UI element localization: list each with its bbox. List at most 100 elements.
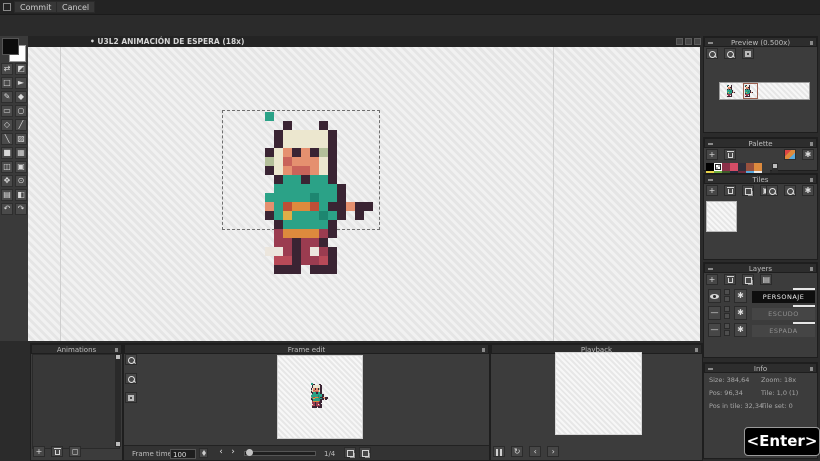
collapse-icon[interactable] [708, 143, 713, 145]
palette-swatch-0-0[interactable] [706, 163, 714, 171]
layer-row-escudo[interactable]: —✱ESCUDO [706, 305, 817, 321]
loop-button[interactable]: ↻ [511, 446, 523, 457]
scroll-up-icon[interactable] [116, 355, 120, 359]
tool-eraser[interactable]: ◆ [15, 91, 27, 103]
tool-gradient[interactable]: ▨ [15, 133, 27, 145]
step-back-button[interactable]: ‹ [529, 446, 541, 457]
window-minimize-button[interactable] [676, 38, 683, 45]
pin-icon[interactable] [810, 41, 813, 45]
tool-pencil[interactable]: ✎ [1, 91, 13, 103]
pin-icon[interactable] [810, 178, 813, 182]
preview-sprite-frame-1[interactable] [745, 85, 755, 98]
zoom-out-icon[interactable] [724, 48, 736, 59]
tool-eyedropper[interactable]: ╱ [15, 119, 27, 131]
palette-swatch-0-6[interactable] [754, 163, 762, 171]
zoom-out-icon[interactable] [784, 185, 796, 196]
character-sprite[interactable] [265, 112, 382, 274]
layer-opacity-slider[interactable] [793, 305, 815, 307]
window-close-button[interactable] [694, 38, 701, 45]
delete-tile-button[interactable] [724, 185, 736, 196]
scroll-up-icon[interactable] [773, 164, 777, 168]
tool-swap-colors[interactable]: ⇄ [1, 63, 13, 75]
layer-mini-toggle[interactable] [724, 306, 730, 312]
window-maximize-button[interactable] [685, 38, 692, 45]
layer-visibility-toggle[interactable] [708, 289, 721, 303]
delete-layer-button[interactable] [724, 274, 736, 285]
palette-swatch-0-3[interactable] [730, 163, 738, 171]
layer-mini-toggle[interactable] [724, 330, 730, 336]
tool-stamp[interactable]: ▣ [15, 161, 27, 173]
layer-mini-toggle[interactable] [724, 323, 730, 329]
next-frame-button[interactable]: › [228, 447, 238, 458]
tool-selection-box[interactable]: ◫ [1, 161, 13, 173]
frame-slider-handle[interactable] [246, 449, 253, 456]
onion-prev-icon[interactable] [344, 447, 356, 458]
layer-settings-gear-icon[interactable]: ✱ [734, 323, 747, 337]
zoom-in-icon[interactable] [766, 185, 778, 196]
animations-scrollbar[interactable] [115, 354, 121, 447]
pixel-canvas[interactable] [28, 47, 700, 341]
palette-swatch-0-4[interactable] [738, 163, 746, 171]
frame-edit-canvas[interactable] [277, 355, 363, 439]
pause-button[interactable] [493, 446, 505, 457]
layer-opacity-slider[interactable] [793, 288, 815, 290]
layer-mini-toggle[interactable] [724, 289, 730, 295]
tool-line[interactable]: ╲ [1, 133, 13, 145]
tool-tile-grid[interactable]: ▤ [1, 189, 13, 201]
add-animation-button[interactable]: + [33, 446, 45, 457]
layer-row-espada[interactable]: —✱ESPADA [706, 322, 817, 338]
tool-hand[interactable]: ✥ [1, 175, 13, 187]
grid-toggle-icon[interactable] [125, 392, 137, 403]
layer-settings-gear-icon[interactable]: ✱ [734, 306, 747, 320]
pin-icon[interactable] [810, 367, 813, 371]
step-forward-button[interactable]: › [547, 446, 559, 457]
delete-color-button[interactable] [724, 149, 736, 160]
frame-slider[interactable] [244, 451, 316, 456]
frame-time-input[interactable]: 100 [170, 449, 196, 459]
layer-settings-gear-icon[interactable]: ✱ [734, 289, 747, 303]
prev-frame-button[interactable]: ‹ [216, 447, 226, 458]
cancel-button[interactable]: Cancel [56, 1, 95, 13]
animations-list[interactable] [32, 354, 120, 449]
palette-settings-gear-icon[interactable]: ✱ [802, 149, 814, 160]
pin-icon[interactable] [695, 348, 698, 352]
tool-knife[interactable]: ◇ [1, 119, 13, 131]
duplicate-tile-button[interactable] [742, 185, 754, 196]
collapse-icon[interactable] [708, 368, 713, 370]
layer-visibility-toggle[interactable]: — [708, 323, 721, 337]
frame-time-stepper[interactable] [199, 448, 208, 458]
tool-zoom[interactable]: ⊙ [15, 175, 27, 187]
zoom-in-icon[interactable] [125, 354, 137, 365]
collapse-icon[interactable] [708, 268, 713, 270]
tool-frame[interactable]: ◧ [15, 189, 27, 201]
delete-animation-button[interactable] [51, 446, 63, 457]
scroll-down-icon[interactable] [116, 442, 120, 446]
tool-fill[interactable]: ■ [1, 147, 13, 159]
add-color-button[interactable]: + [706, 149, 718, 160]
palette-swatch-0-1[interactable] [714, 163, 722, 171]
palette-swatch-0-5[interactable] [746, 163, 754, 171]
preview-sprite-frame-0[interactable] [727, 85, 737, 98]
tool-default-colors[interactable]: ◩ [15, 63, 27, 75]
tool-pattern[interactable]: ▦ [15, 147, 27, 159]
zoom-in-icon[interactable] [706, 48, 718, 59]
add-tile-button[interactable]: + [706, 185, 718, 196]
palette-swatch-0-7[interactable] [762, 163, 770, 171]
select-animation-button[interactable]: ◻ [69, 446, 81, 457]
commit-button[interactable]: Commit [14, 1, 57, 13]
color-picker-icon[interactable] [784, 149, 796, 160]
tool-undo[interactable]: ↶ [1, 203, 13, 215]
tool-ellipse[interactable]: ○ [15, 105, 27, 117]
tile-thumbnail[interactable] [706, 201, 737, 232]
layer-visibility-toggle[interactable]: — [708, 306, 721, 320]
onion-next-icon[interactable] [359, 447, 371, 458]
tiles-settings-gear-icon[interactable]: ✱ [802, 185, 814, 196]
zoom-out-icon[interactable] [125, 373, 137, 384]
foreground-color-swatch[interactable] [2, 38, 19, 55]
tool-rectangle[interactable]: ▭ [1, 105, 13, 117]
tool-redo[interactable]: ↷ [15, 203, 27, 215]
layer-mini-toggle[interactable] [724, 296, 730, 302]
pin-icon[interactable] [810, 267, 813, 271]
grid-toggle-icon[interactable] [742, 48, 754, 59]
layer-opacity-slider[interactable] [793, 322, 815, 324]
